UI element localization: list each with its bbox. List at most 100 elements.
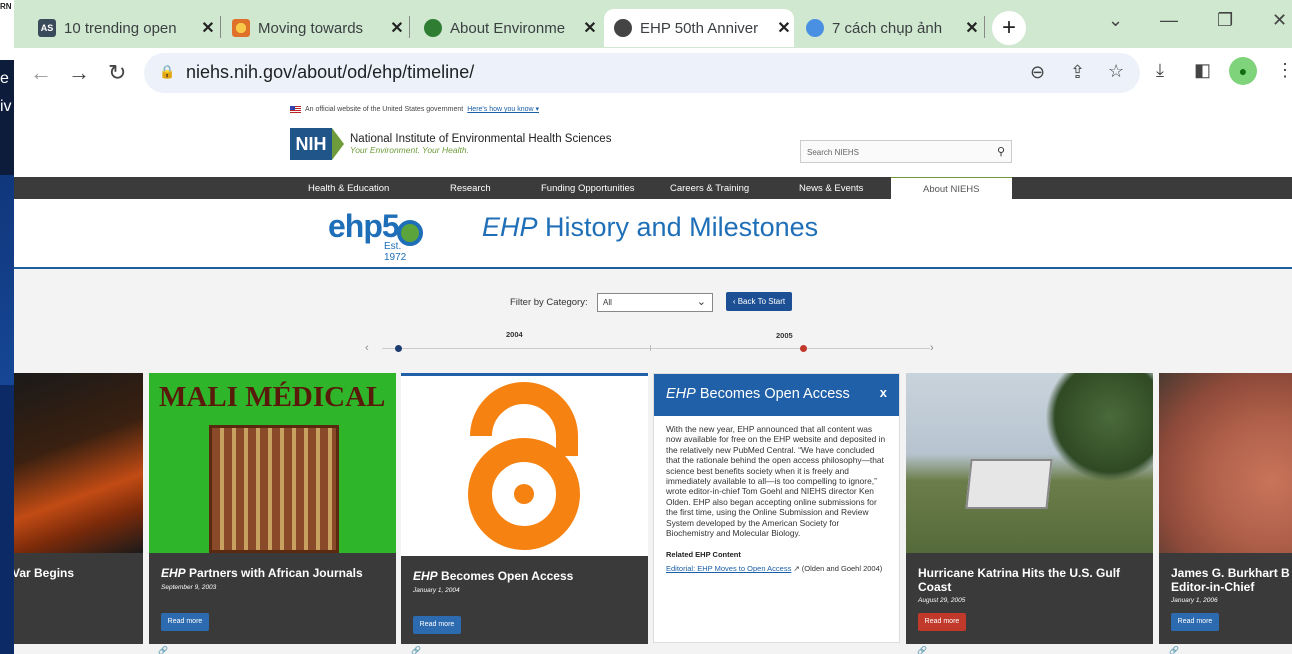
year-2005: 2005 [776,331,793,340]
nav-health-education[interactable]: Health & Education [308,183,389,194]
gov-banner-text: An official website of the United States… [305,105,464,113]
page-title-rest: History and Milestones [537,212,819,242]
timeline-next-icon[interactable]: › [930,342,934,354]
timeline-track [382,348,930,349]
link-icon[interactable]: 🔗 [411,646,421,654]
tab-about-environment[interactable]: About Environme ✕ [414,9,600,47]
card-title: EHP Partners with African Journals [161,566,363,580]
background-window-title: RN [0,2,12,11]
nav-careers[interactable]: Careers & Training [670,183,749,194]
tab-trending-open[interactable]: AS 10 trending open ✕ [28,9,218,47]
card-image [906,373,1153,553]
nih-box: NIH [290,128,332,160]
close-tab-icon[interactable]: ✕ [198,18,218,38]
tab-title: 7 cách chụp ảnh [832,19,943,37]
tab-ehp-50th[interactable]: EHP 50th Anniver ✕ [604,9,794,47]
sun-favicon-icon [232,19,250,37]
timeline-dot-2005[interactable] [800,345,807,352]
chevron-down-icon: ⌄ [696,296,706,308]
back-arrow-icon[interactable]: ← [30,60,52,86]
timeline-dot-2004[interactable] [395,345,402,352]
year-2004: 2004 [506,330,523,339]
minimize-icon[interactable]: — [1160,10,1178,31]
nih-logo[interactable]: NIH National Institute of Environmental … [290,128,611,160]
download-icon[interactable]: ⤓ [1156,60,1164,81]
forward-arrow-icon[interactable]: → [68,60,90,86]
close-window-icon[interactable]: ✕ [1272,10,1287,31]
timeline-prev-icon[interactable]: ‹ [365,342,369,354]
side-panel-icon[interactable]: ◧ [1194,60,1211,81]
close-popup-icon[interactable]: x [880,385,887,400]
nav-research[interactable]: Research [450,183,491,194]
nav-about-niehs[interactable]: About NIEHS [891,177,1012,199]
timeline-card[interactable]: MALI MÉDICAL EHP Partners with African J… [149,373,396,644]
card-title: James G. Burkhart B Editor-in-Chief [1171,566,1292,594]
timeline-card[interactable]: EHP Becomes Open Access January 1, 2004 … [401,373,648,644]
tab-moving-towards[interactable]: Moving towards ✕ [222,9,407,47]
link-icon[interactable]: 🔗 [1169,646,1179,654]
tab-strip: AS 10 trending open ✕ Moving towards ✕ A… [14,0,1292,48]
address-bar[interactable]: 🔒 niehs.nih.gov/about/od/ehp/timeline/ ⊖… [144,53,1140,93]
browser-toolbar: ← → ↻ 🔒 niehs.nih.gov/about/od/ehp/timel… [14,48,1292,100]
read-more-button[interactable]: Read more [413,616,461,634]
card-date: August 29, 2005 [918,597,966,604]
timeline-card[interactable]: Hurricane Katrina Hits the U.S. Gulf Coa… [906,373,1153,644]
timeline-card[interactable]: Var Begins [14,373,143,644]
institute-name-block: National Institute of Environmental Heal… [350,133,611,155]
card-title-em: EHP [161,566,186,580]
back-to-start-button[interactable]: ‹ Back To Start [726,292,792,311]
url-text[interactable]: niehs.nih.gov/about/od/ehp/timeline/ [186,62,474,83]
tab-title: EHP 50th Anniver [640,19,759,37]
timeline-card[interactable]: James G. Burkhart B Editor-in-Chief Janu… [1159,373,1292,644]
zoom-icon[interactable]: ⊖ [1030,62,1045,83]
close-tab-icon[interactable]: ✕ [962,18,982,38]
link-icon[interactable]: 🔗 [917,646,927,654]
globe-favicon-icon [614,19,632,37]
institute-name: National Institute of Environmental Heal… [350,133,612,145]
tab-chup-anh[interactable]: 7 cách chụp ảnh ✕ [796,9,982,47]
gov-banner: An official website of the United States… [290,105,539,113]
menu-dots-icon[interactable]: ⋮ [1276,60,1292,81]
read-more-button[interactable]: Read more [918,613,966,631]
nav-funding[interactable]: Funding Opportunities [541,183,634,194]
card-image-caption: MALI MÉDICAL [159,381,386,413]
close-tab-icon[interactable]: ✕ [580,18,600,38]
ehp50-logo-text: ehp5 [328,208,400,244]
card-image [14,373,143,553]
card-title: EHP Becomes Open Access [413,569,573,583]
as-favicon-icon: AS [38,19,56,37]
search-icon[interactable]: ⚲ [997,145,1005,158]
page-title: EHP History and Milestones [482,212,818,243]
close-tab-icon[interactable]: ✕ [387,18,407,38]
search-input[interactable]: Search NIEHS ⚲ [800,140,1012,163]
share-icon[interactable]: ⇪ [1070,62,1085,83]
tab-separator [220,16,221,38]
tab-title: 10 trending open [64,19,177,37]
related-link[interactable]: Editorial: EHP Moves to Open Access [666,564,791,573]
institute-tagline: Your Environment. Your Health. [350,145,469,155]
gov-banner-link[interactable]: Here's how you know ▾ [467,105,539,113]
close-tab-icon[interactable]: ✕ [774,18,794,38]
related-suffix: ↗ (Olden and Goehl 2004) [791,564,883,574]
read-more-button[interactable]: Read more [161,613,209,631]
read-more-button[interactable]: Read more [1171,613,1219,631]
detail-popup: EHP Becomes Open Access x With the new y… [653,373,900,643]
restore-icon[interactable]: ❐ [1217,10,1233,31]
card-title-text: Partners with African Journals [185,566,363,580]
nav-news-events[interactable]: News & Events [799,183,863,194]
nih-chevron-icon [332,128,344,160]
category-select[interactable]: All ⌄ [597,293,713,312]
card-title: Hurricane Katrina Hits the U.S. Gulf Coa… [918,566,1143,594]
page-title-em: EHP [482,212,538,242]
tab-search-icon[interactable]: ⌄ [1108,10,1123,31]
card-title-em: EHP [413,569,438,583]
card-title: Var Begins [14,566,74,580]
link-icon[interactable]: 🔗 [158,646,168,654]
reload-icon[interactable]: ↻ [108,60,126,86]
bookmark-star-icon[interactable]: ☆ [1108,61,1124,82]
tab-separator [409,16,410,38]
profile-avatar[interactable]: ● [1229,57,1257,85]
lock-icon[interactable]: 🔒 [159,64,175,80]
new-tab-button[interactable]: + [992,11,1026,45]
filter-label: Filter by Category: [510,297,588,308]
